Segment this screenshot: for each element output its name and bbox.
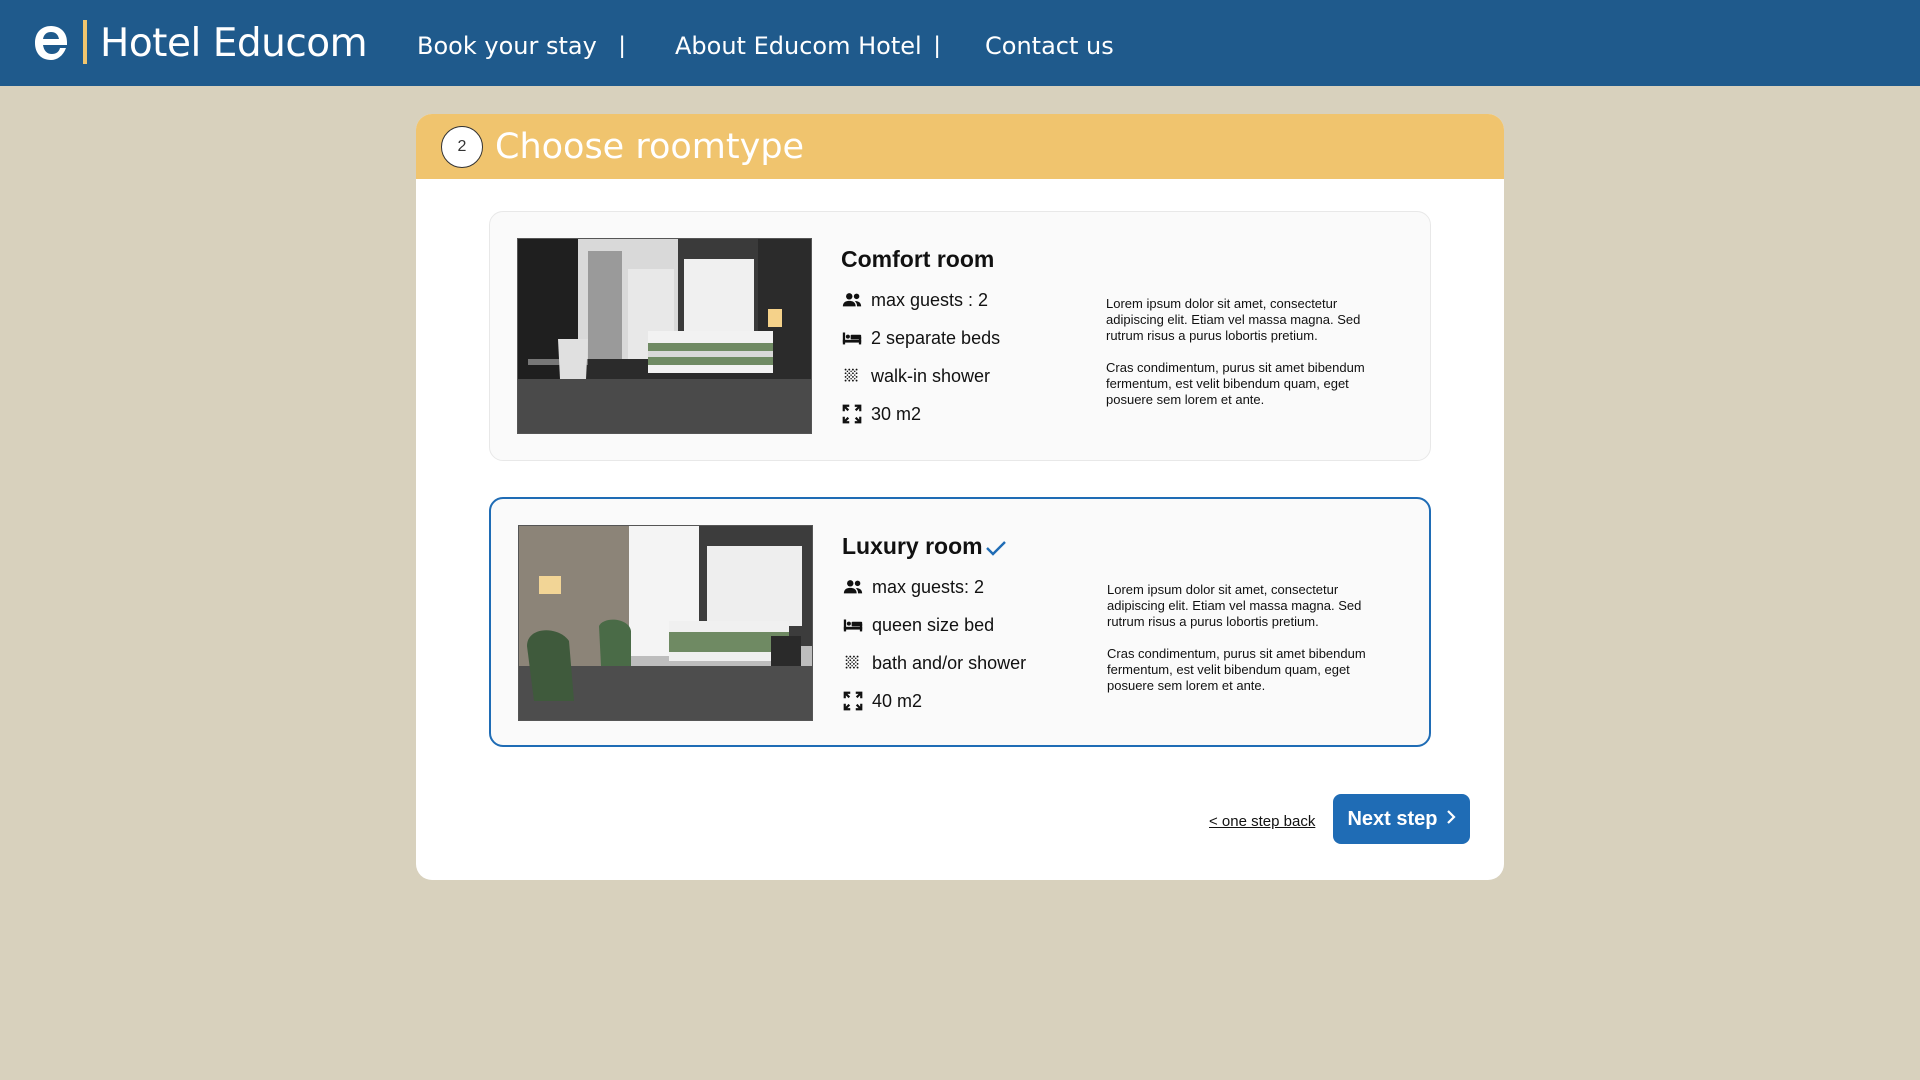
room-description-paragraph: Cras condimentum, purus sit amet bibendu… xyxy=(1106,360,1365,407)
expand-icon xyxy=(841,403,863,425)
nav-contact-us[interactable]: Contact us xyxy=(985,30,1114,62)
shower-icon xyxy=(841,365,863,387)
feature-text: 2 separate beds xyxy=(871,327,1001,348)
brand-name[interactable]: Hotel Educom xyxy=(100,20,368,68)
room-description-paragraph: Lorem ipsum dolor sit amet, consectetur … xyxy=(1106,296,1361,343)
next-step-button[interactable]: Next step xyxy=(1333,794,1470,844)
feature-text: max guests : 2 xyxy=(871,289,989,310)
logo-divider xyxy=(83,20,87,64)
feature-beds: 2 separate beds xyxy=(841,324,1000,352)
feature-text: max guests: 2 xyxy=(872,576,985,597)
feature-bath: walk-in shower xyxy=(841,362,990,390)
room-selection-panel: 2 Choose roomtype Comfort room max guest… xyxy=(416,114,1504,880)
room-name: Luxury room xyxy=(842,533,983,559)
shower-icon xyxy=(842,652,864,674)
feature-guests: max guests: 2 xyxy=(842,573,984,601)
one-step-back-link[interactable]: < one step back xyxy=(1209,812,1315,832)
step-number-badge: 2 xyxy=(441,126,483,168)
feature-size: 40 m2 xyxy=(842,687,922,715)
luxury-room-photo xyxy=(518,525,813,721)
room-card-comfort[interactable]: Comfort room max guests : 2 2 separate b… xyxy=(489,211,1431,461)
room-description-paragraph: Cras condimentum, purus sit amet bibendu… xyxy=(1107,646,1366,693)
nav-book-your-stay[interactable]: Book your stay xyxy=(417,30,597,62)
feature-beds: queen size bed xyxy=(842,611,994,639)
selected-check-icon xyxy=(986,541,1006,556)
nav-about-hotel[interactable]: About Educom Hotel xyxy=(675,30,922,62)
chevron-right-icon xyxy=(1446,808,1456,831)
bed-icon xyxy=(841,327,863,349)
feature-guests: max guests : 2 xyxy=(841,286,988,314)
nav-separator: | xyxy=(934,32,941,59)
feature-text: bath and/or shower xyxy=(872,652,1027,673)
guests-icon xyxy=(842,576,864,598)
next-step-label: Next step xyxy=(1347,807,1438,830)
top-navigation-bar: Hotel Educom Book your stay | About Educ… xyxy=(0,0,1920,86)
comfort-room-photo xyxy=(517,238,812,434)
educom-logo-icon[interactable] xyxy=(32,18,72,66)
feature-text: walk-in shower xyxy=(871,365,991,386)
feature-bath: bath and/or shower xyxy=(842,649,1026,677)
room-name: Comfort room xyxy=(841,246,995,272)
room-description-paragraph: Lorem ipsum dolor sit amet, consectetur … xyxy=(1107,582,1362,629)
bed-icon xyxy=(842,614,864,636)
guests-icon xyxy=(841,289,863,311)
expand-icon xyxy=(842,690,864,712)
feature-text: 30 m2 xyxy=(871,403,922,424)
feature-size: 30 m2 xyxy=(841,400,921,428)
step-title: Choose roomtype xyxy=(495,127,805,167)
step-header: 2 Choose roomtype xyxy=(416,114,1504,179)
feature-text: queen size bed xyxy=(872,614,995,635)
feature-text: 40 m2 xyxy=(872,690,923,711)
nav-separator: | xyxy=(619,32,626,59)
room-card-luxury[interactable]: Luxury room max guests: 2 queen size bed… xyxy=(489,497,1431,747)
